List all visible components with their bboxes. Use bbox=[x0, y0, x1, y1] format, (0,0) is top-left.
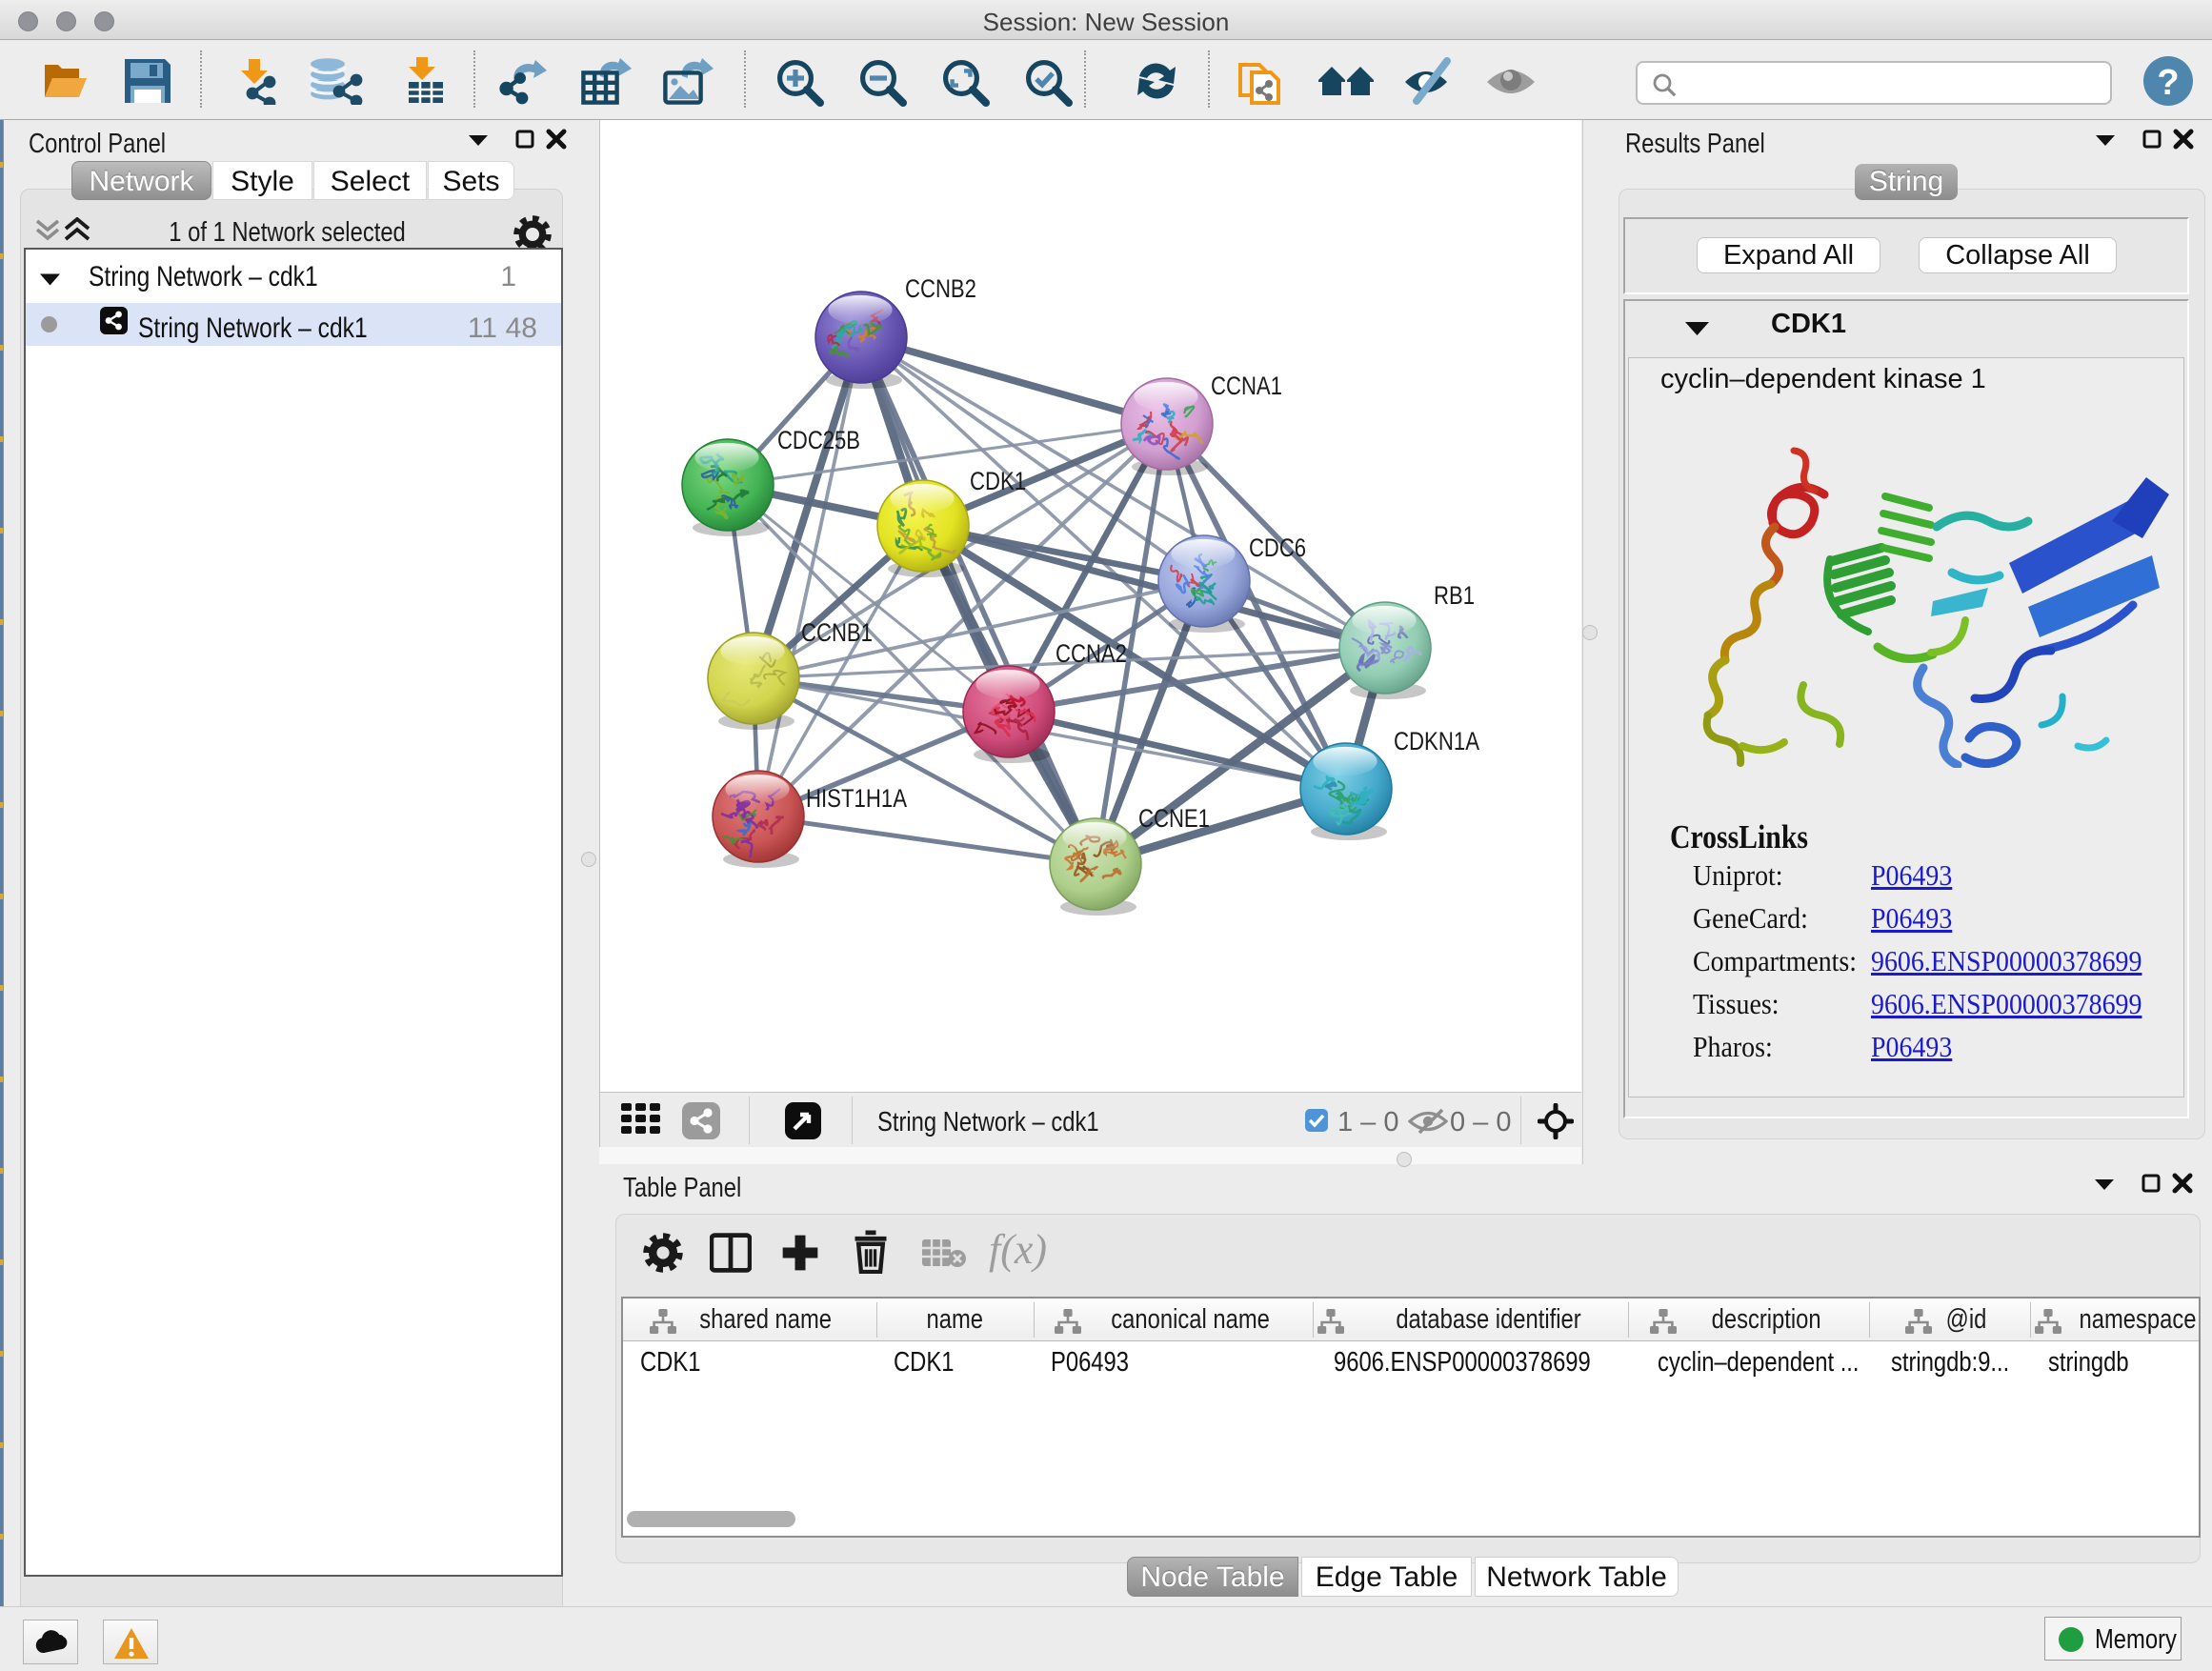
svg-text:RB1: RB1 bbox=[1434, 581, 1475, 610]
svg-text:CCNB2: CCNB2 bbox=[905, 274, 976, 303]
svg-text:CCNE1: CCNE1 bbox=[1138, 804, 1210, 833]
svg-text:CDKN1A: CDKN1A bbox=[1394, 727, 1479, 755]
svg-text:HIST1H1A: HIST1H1A bbox=[806, 784, 907, 813]
svg-text:CDK1: CDK1 bbox=[970, 467, 1026, 495]
svg-text:?: ? bbox=[2157, 63, 2179, 103]
svg-text:CDC6: CDC6 bbox=[1249, 534, 1306, 562]
svg-text:CDC25B: CDC25B bbox=[777, 426, 860, 454]
svg-text:CCNA1: CCNA1 bbox=[1211, 372, 1282, 400]
svg-text:CCNA2: CCNA2 bbox=[1056, 639, 1127, 668]
svg-text:CCNB1: CCNB1 bbox=[801, 618, 873, 647]
